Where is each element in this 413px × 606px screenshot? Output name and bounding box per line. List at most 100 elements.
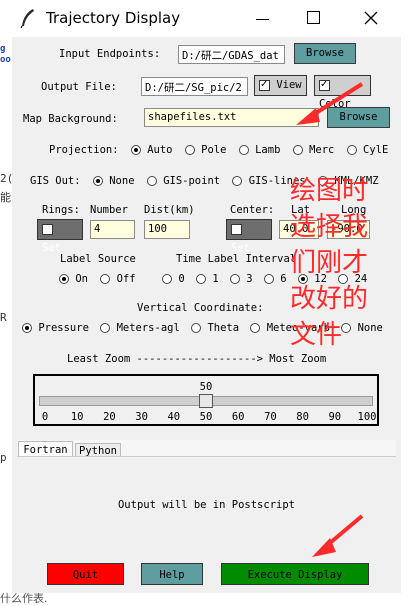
vertical-theta-option[interactable]: Theta [191, 322, 239, 334]
zoom-ticks: 0 10 20 30 40 50 60 70 80 90 100 [35, 411, 377, 424]
maximize-button[interactable] [307, 11, 320, 24]
radio-icon [250, 323, 261, 333]
rings-set-check-icon [42, 223, 53, 235]
minimize-button[interactable] [254, 10, 272, 28]
close-icon[interactable] [363, 10, 379, 26]
gis-none-option[interactable]: None [92, 175, 135, 187]
label-on-option[interactable]: On [59, 273, 88, 285]
zoom-tick-label: 80 [296, 411, 309, 423]
zoom-tick-label: 70 [264, 411, 277, 423]
zoom-tick-label: 30 [135, 411, 148, 423]
help-button[interactable]: Help [141, 563, 203, 585]
rings-set-checkbox[interactable]: Set [37, 219, 83, 254]
radio-icon [130, 145, 141, 155]
rings-set-label: Set [42, 242, 61, 254]
view-check-icon [259, 78, 270, 92]
radio-icon [263, 274, 274, 284]
zoom-label: Least Zoom -------------------> Most Zoo… [67, 353, 327, 365]
radio-icon [100, 274, 111, 284]
background-text-4: p [0, 451, 7, 464]
radio-icon [162, 274, 172, 284]
window-title: Trajectory Display [46, 9, 181, 27]
zoom-value: 50 [199, 381, 213, 393]
radio-icon [184, 145, 195, 155]
background-text-3: R [0, 311, 7, 324]
zoom-tick-label: 50 [199, 411, 213, 423]
vertical-none-option[interactable]: None [341, 322, 383, 334]
time-0-option[interactable]: 0 [162, 273, 185, 285]
projection-auto-option[interactable]: Auto [130, 144, 173, 156]
rings-number-field[interactable]: 4 [90, 220, 135, 239]
label-source-options: On Off [59, 273, 136, 285]
radio-icon [229, 274, 240, 284]
annotation-arrow-top [296, 82, 364, 125]
radio-icon [146, 176, 157, 186]
time-3-option[interactable]: 3 [229, 273, 253, 285]
center-set-checkbox[interactable]: Set [226, 219, 272, 254]
quit-button[interactable]: Quit [47, 563, 124, 585]
input-endpoints-field[interactable]: D:/研二/GDAS_dat [178, 45, 285, 64]
rings-dist-field[interactable]: 100 [144, 220, 190, 239]
time-label-interval-label: Time Label Interval [176, 253, 297, 265]
minimize-icon [256, 19, 269, 20]
radio-icon [195, 274, 206, 284]
radio-icon [59, 274, 69, 284]
zoom-slider-thumb[interactable] [199, 394, 213, 408]
annotation-line-5: 文件 [290, 320, 343, 350]
radio-icon [22, 323, 32, 333]
projection-label: Projection: [49, 144, 119, 156]
zoom-tick-label: 40 [167, 411, 181, 423]
radio-icon [292, 145, 303, 155]
zoom-tick-label: 60 [231, 411, 245, 423]
radio-icon [341, 323, 352, 333]
center-set-check-icon [231, 223, 242, 235]
projection-row: Projection: Auto Pole Lamb Merc CylE [49, 144, 388, 156]
vertical-coordinate-label: Vertical Coordinate: [137, 302, 264, 314]
annotation-line-4: 改好的 [290, 284, 369, 314]
output-file-label: Output File: [41, 81, 117, 93]
radio-icon [232, 176, 243, 186]
radio-icon [100, 323, 111, 333]
annotation-line-2: 选择我 [290, 212, 369, 242]
rings-number-label: Number [90, 204, 128, 216]
radio-icon [346, 145, 357, 155]
center-label: Center: [230, 204, 275, 216]
input-browse-button[interactable]: Browse [294, 43, 356, 64]
zoom-tick-label: 0 [41, 411, 49, 423]
radio-icon [238, 145, 249, 155]
background-text-2: 能 [0, 191, 11, 204]
annotation-arrow-bottom [312, 514, 364, 557]
tab-python[interactable]: Python [75, 443, 121, 457]
label-source-label: Label Source [60, 253, 136, 265]
projection-lamb-option[interactable]: Lamb [238, 144, 280, 156]
radio-icon [92, 176, 103, 186]
feather-icon [20, 9, 34, 28]
tab-fortran[interactable]: Fortran [18, 441, 73, 457]
vertical-pressure-option[interactable]: Pressure [22, 322, 89, 334]
zoom-tick-label: 100 [357, 411, 377, 423]
radio-icon [191, 323, 202, 333]
rings-dist-label: Dist(km) [144, 204, 195, 216]
rings-label: Rings: [42, 204, 80, 216]
time-6-option[interactable]: 6 [263, 273, 287, 285]
input-endpoints-label: Input Endpoints: [59, 48, 161, 60]
vertical-meters-option[interactable]: Meters-agl [100, 322, 180, 334]
map-background-label: Map Background: [23, 113, 118, 125]
gis-point-option[interactable]: GIS-point [146, 175, 220, 187]
zoom-tick-label: 90 [328, 411, 342, 423]
execute-display-button[interactable]: Execute Display [221, 563, 369, 585]
gis-out-label: GIS Out: [30, 175, 81, 187]
label-off-option[interactable]: Off [100, 273, 136, 285]
projection-pole-option[interactable]: Pole [184, 144, 226, 156]
annotation-line-3: 们刚才 [290, 248, 369, 278]
title-bar: Trajectory Display [0, 0, 413, 37]
projection-cyle-option[interactable]: CylE [346, 144, 388, 156]
output-file-field[interactable]: D:/研二/SG_pic/2 [141, 77, 248, 96]
annotation-line-1: 绘图时 [290, 176, 369, 206]
projection-merc-option[interactable]: Merc [292, 144, 334, 156]
zoom-tick-label: 20 [103, 411, 116, 423]
zoom-tick-label: 10 [70, 411, 84, 423]
background-link-fragment: g oo [0, 44, 11, 65]
zoom-scale-frame: 50 0 10 20 30 40 50 60 70 80 90 100 [33, 374, 379, 426]
time-1-option[interactable]: 1 [195, 273, 219, 285]
